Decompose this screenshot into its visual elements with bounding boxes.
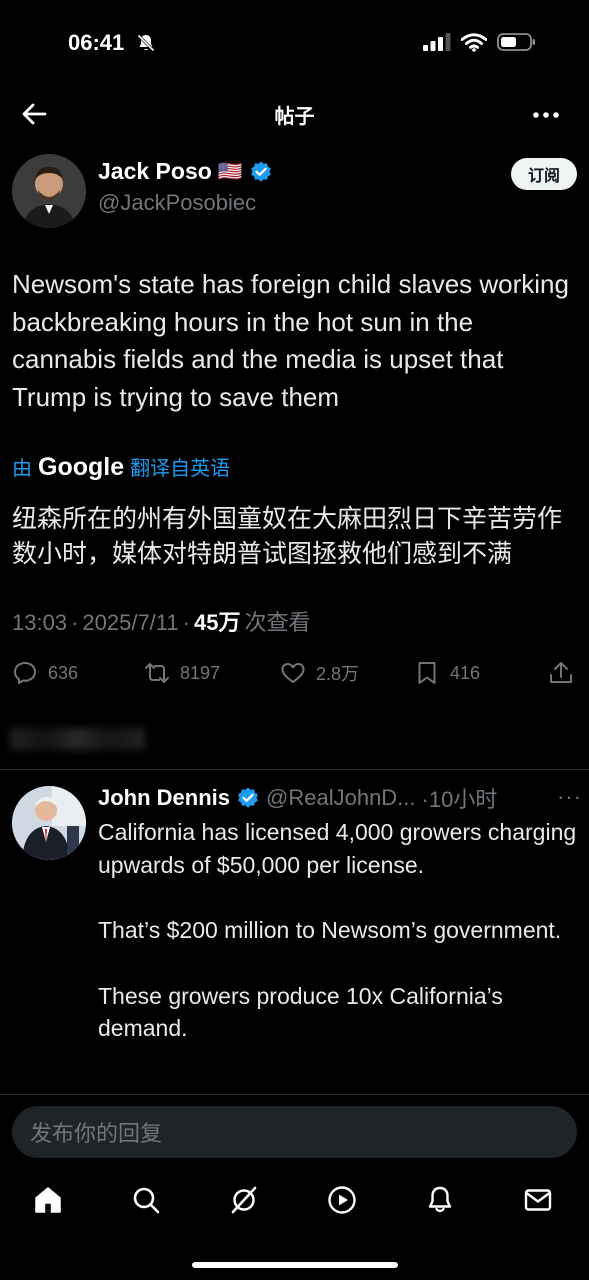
page-title: 帖子 [274,106,315,128]
top-navigation: 帖子 [0,88,589,140]
translation-attribution[interactable]: 由 Google 翻译自英语 [12,452,230,482]
bookmark-icon [418,662,436,684]
reply-input-placeholder: 发布你的回复 [30,1121,163,1146]
divider [0,1094,589,1095]
avatar[interactable] [12,154,86,228]
bell-off-icon [137,34,155,52]
reply-icon [14,662,36,684]
post-meta: 13:03 · 2025/7/11 · 45万 次查看 [12,605,310,637]
bookmark-count: 416 [450,662,481,683]
post-author: Jack Poso 🇺🇸 @JackPosobiec 订阅 [12,152,577,232]
notifications-icon[interactable] [424,1184,456,1216]
like-count: 2.8万 [316,664,360,684]
battery-icon [497,33,535,51]
heart-icon [281,663,305,683]
meta-separator: · [71,610,79,635]
translate-suffix: 翻译自英语 [130,458,231,480]
meta-separator: · [182,610,190,635]
repost-icon [145,663,169,683]
video-icon[interactable] [326,1184,358,1216]
reply-author-name[interactable]: John Dennis [98,785,230,811]
verified-badge-icon [238,787,258,808]
reply-paragraph: California has licensed 4,000 growers ch… [98,819,577,878]
reply-time: ·10小时 [421,787,498,812]
status-bar: 06:41 [0,0,589,88]
bottom-tab-bar [0,1170,589,1232]
author-name-row[interactable]: Jack Poso 🇺🇸 [98,158,273,185]
verified-badge-icon [250,161,271,182]
reply-avatar[interactable] [12,786,86,860]
post-actions: 636 8197 2.8万 416 [12,660,577,692]
status-indicators [423,32,537,52]
more-options-icon[interactable] [531,100,561,130]
blurred-content [10,728,145,750]
like-button[interactable]: 2.8万 [280,660,359,686]
status-time: 06:41 [68,30,125,55]
grok-icon[interactable] [228,1184,260,1216]
reply-paragraph: That’s $200 million to Newsom’s governme… [98,917,562,943]
us-flag-icon: 🇺🇸 [217,161,243,183]
reply-author-handle[interactable]: @RealJohnD... [266,785,416,811]
home-indicator[interactable] [192,1262,398,1268]
subscribe-button[interactable]: 订阅 [511,158,577,190]
tweet-text: Newsom's state has foreign child slaves … [12,269,569,412]
reply-more-icon[interactable]: ··· [557,784,582,810]
reply-header: John Dennis @RealJohnD... ·10小时 [98,782,578,814]
messages-icon[interactable] [522,1184,554,1216]
reply-paragraph: These growers produce 10x California’s d… [98,982,503,1042]
reply-text: California has licensed 4,000 growers ch… [98,816,583,1078]
home-icon[interactable] [32,1184,64,1216]
author-name[interactable]: Jack Poso [98,158,212,185]
search-icon[interactable] [130,1184,162,1216]
divider [0,769,589,770]
view-count-label: 次查看 [244,610,311,635]
post-time: 13:03 [12,610,68,635]
post-date: 2025/7/11 [82,610,179,635]
wifi-icon [461,32,487,52]
google-logo: Google [38,453,125,481]
share-button[interactable] [548,660,574,686]
reply-input[interactable]: 发布你的回复 [12,1106,577,1158]
reply-button[interactable]: 636 [12,660,78,686]
view-count[interactable]: 45万 [194,605,240,637]
bookmark-button[interactable]: 416 [414,660,480,686]
author-handle[interactable]: @JackPosobiec [98,190,256,216]
translated-text: 纽森所在的州有外国童奴在大麻田烈日下辛苦劳作数小时，媒体对特朗普试图拯救他们感到… [12,505,563,568]
repost-button[interactable]: 8197 [144,660,220,686]
repost-count: 8197 [180,662,221,683]
signal-icon [423,33,451,51]
share-icon [550,662,572,683]
translate-prefix: 由 [12,458,32,480]
reply-count: 636 [48,662,79,683]
